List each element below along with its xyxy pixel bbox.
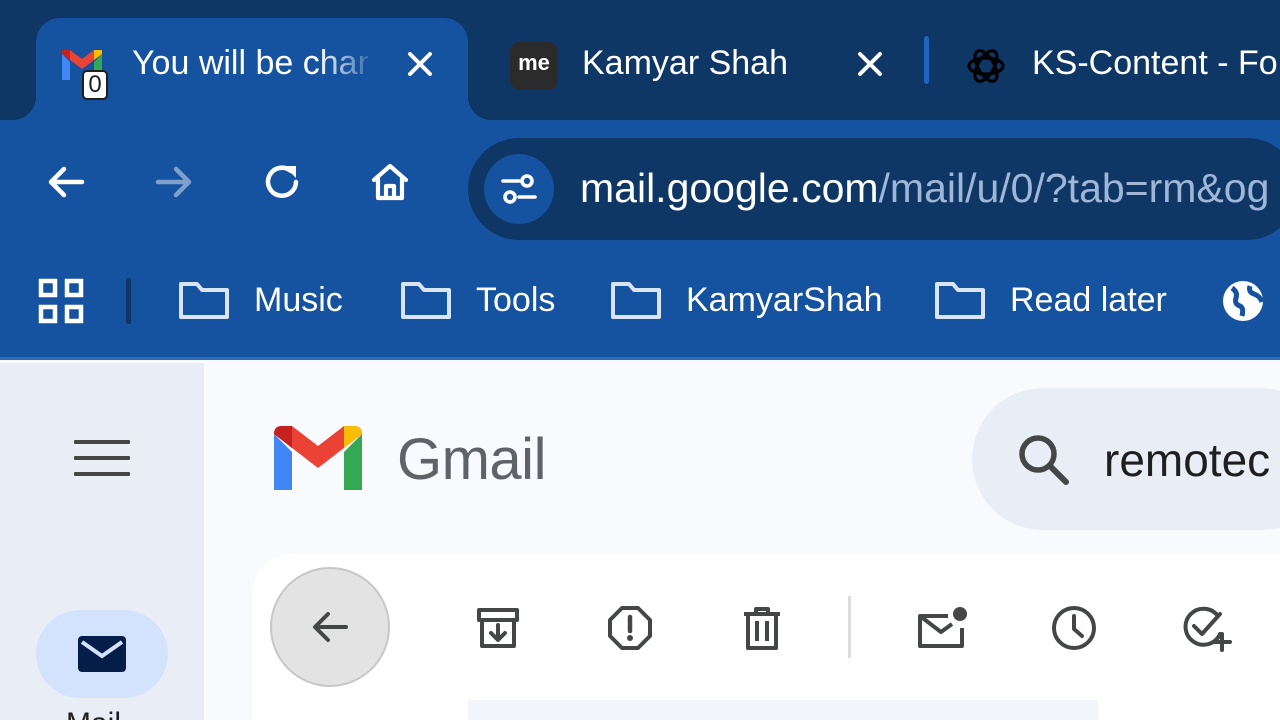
reload-icon[interactable]: [256, 156, 308, 208]
folder-icon: [401, 282, 451, 319]
close-icon[interactable]: [848, 42, 892, 86]
mail-search-bar[interactable]: remotec: [972, 388, 1280, 530]
add-to-tasks-icon[interactable]: [1178, 600, 1234, 656]
snooze-icon[interactable]: [1046, 600, 1102, 656]
bookmark-label: Music: [254, 280, 343, 319]
bookmark-music[interactable]: Music: [178, 272, 343, 328]
mark-unread-icon[interactable]: [914, 600, 970, 656]
tab-title-fade: [318, 38, 378, 88]
tab-gmail[interactable]: 0 You will be changing: [12, 18, 492, 120]
tab-strip: 0 You will be changing me Kamyar Shah KS…: [0, 0, 1280, 120]
arrow-back-icon: [313, 612, 348, 642]
address-bar[interactable]: mail.google.com/mail/u/0/?tab=rm&og: [468, 138, 1280, 240]
home-icon[interactable]: [364, 156, 416, 208]
url-text: mail.google.com/mail/u/0/?tab=rm&og: [580, 162, 1269, 214]
site-info-icon[interactable]: [484, 154, 554, 224]
back-icon[interactable]: [40, 156, 92, 208]
gmail-logo[interactable]: [272, 424, 364, 494]
delete-icon[interactable]: [734, 600, 790, 656]
folder-icon: [611, 282, 661, 319]
tab-ks-content[interactable]: KS-Content - Fo: [930, 18, 1280, 120]
toolbar-divider: [848, 596, 851, 658]
tab-title: Kamyar Shah: [582, 44, 788, 82]
forward-icon[interactable]: [148, 156, 200, 208]
browser-toolbar: mail.google.com/mail/u/0/?tab=rm&og: [0, 120, 1280, 242]
nav-mail-label: Mail: [66, 706, 121, 720]
search-input[interactable]: remotec: [1104, 432, 1270, 488]
bookmark-label: Read later: [1010, 280, 1167, 319]
unread-badge: 0: [82, 70, 108, 100]
bookmarks-divider: [126, 278, 131, 324]
main-menu-icon[interactable]: [74, 440, 130, 480]
url-path: /mail/u/0/?tab=rm&og: [878, 165, 1270, 211]
tab-title: KS-Content - Fo: [1032, 44, 1278, 82]
gmail-wordmark: Gmail: [397, 427, 546, 492]
apps-grid-icon[interactable]: [38, 278, 84, 324]
bookmark-label: KamyarShah: [686, 280, 883, 319]
tab-separator: [924, 36, 929, 84]
mail-icon: [78, 636, 126, 672]
globe-icon[interactable]: [1220, 278, 1266, 324]
bookmark-kamyarshah[interactable]: KamyarShah: [610, 272, 883, 328]
report-spam-icon[interactable]: [602, 600, 658, 656]
close-icon[interactable]: [398, 42, 442, 86]
folder-icon: [179, 282, 229, 319]
tab-kamyar-shah[interactable]: me Kamyar Shah: [470, 18, 910, 120]
nav-mail-button[interactable]: [36, 610, 168, 698]
url-host: mail.google.com: [580, 165, 879, 211]
bookmark-label: Tools: [476, 280, 556, 319]
openai-icon: [967, 49, 1005, 83]
me-icon: me: [510, 42, 558, 90]
bookmark-read-later[interactable]: Read later: [934, 272, 1167, 328]
back-to-inbox-button[interactable]: [270, 567, 390, 687]
message-header-strip: [468, 700, 1098, 720]
bookmark-tools[interactable]: Tools: [400, 272, 555, 328]
search-icon[interactable]: [1016, 432, 1072, 488]
folder-icon: [935, 282, 985, 319]
archive-icon[interactable]: [470, 600, 526, 656]
bookmarks-bar: Music Tools KamyarShah Read later: [0, 242, 1280, 360]
